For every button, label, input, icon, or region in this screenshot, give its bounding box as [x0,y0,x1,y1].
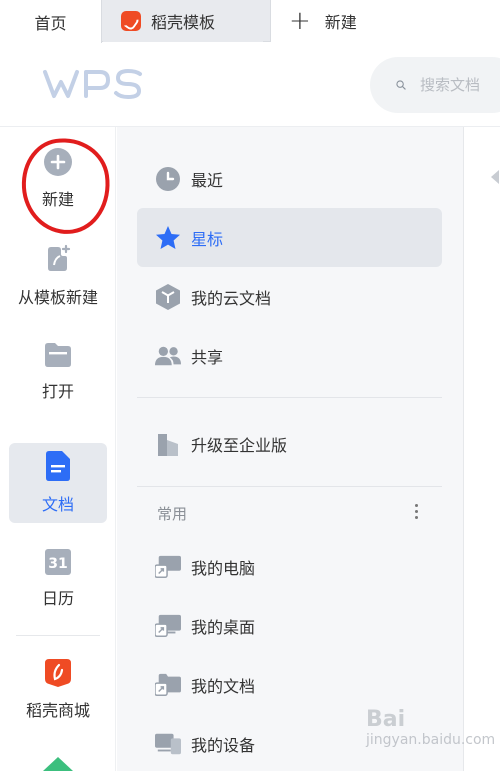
nav-panel: 最近 星标 我的云文档 共享 升级至企业版 常用 我的电脑 我的桌面 我的文档 … [117,127,463,771]
calendar-icon: 31 [45,549,71,575]
common-item-my-computer[interactable]: 我的电脑 [137,537,442,596]
common-item-my-documents[interactable]: 我的文档 [137,655,442,714]
nav-item-shared[interactable]: 共享 [137,326,442,385]
common-item-my-documents-label: 我的文档 [191,676,256,696]
search-icon [396,80,406,90]
nav-item-cloud-docs-label: 我的云文档 [191,288,272,308]
cloud-doc-icon [155,283,181,310]
common-item-my-desktop-label: 我的桌面 [191,617,256,637]
collapse-arrow-icon[interactable] [491,170,499,184]
plus-circle-icon [44,148,72,176]
template-icon [48,244,71,271]
nav-item-cloud-docs[interactable]: 我的云文档 [137,267,442,326]
nav-item-starred[interactable]: 星标 [137,208,442,267]
watermark-logo: Bai [366,707,406,732]
rail-item-daoke-store[interactable]: 稻壳商城 [9,650,107,730]
rail-item-calendar[interactable]: 31 日历 [9,539,107,619]
rail-divider [16,635,100,636]
nav-item-upgrade-enterprise[interactable]: 升级至企业版 [137,414,442,473]
more-dot [414,515,418,519]
rail-item-from-template-label: 从模板新建 [17,288,98,307]
tab-daoke-template[interactable]: 稻壳模板 [103,0,263,42]
clock-icon [155,166,181,192]
search-box[interactable] [370,57,500,113]
more-dot [414,509,418,513]
rail-item-new[interactable]: 新建 [9,139,107,219]
diamond-icon[interactable] [43,757,73,771]
rail-item-open-label: 打开 [41,382,74,401]
folder-icon [45,343,71,367]
left-rail: 新建 从模板新建 打开 文档 31 日历 稻壳商城 [0,127,116,771]
rail-item-calendar-label: 日历 [41,589,74,608]
tab-home[interactable]: 首页 [0,0,102,43]
nav-item-upgrade-enterprise-label: 升级至企业版 [191,435,288,455]
tab-daoke-template-label: 稻壳模板 [151,13,216,32]
watermark: Bai jingyan.baidu.com [366,707,500,748]
people-icon [155,343,181,369]
watermark-url: jingyan.baidu.com [366,732,496,748]
daoke-store-icon [45,659,71,687]
more-dot [414,503,418,507]
main-content [463,127,500,771]
common-item-my-desktop[interactable]: 我的桌面 [137,596,442,655]
wps-logo [42,67,144,105]
rail-item-documents[interactable]: 文档 [9,443,107,523]
star-icon [155,225,181,251]
folder-shortcut-icon [155,672,181,698]
tab-bar: 首页 稻壳模板 + 新建 [0,0,500,43]
more-options-button[interactable] [407,497,425,525]
nav-item-recent[interactable]: 最近 [137,149,442,208]
rail-item-daoke-store-label: 稻壳商城 [25,701,90,720]
nav-item-recent-label: 最近 [191,170,224,190]
section-label-common: 常用 [157,505,188,523]
common-item-my-computer-label: 我的电脑 [191,558,256,578]
rail-item-documents-label: 文档 [41,495,74,514]
panel-divider [137,486,442,487]
plus-icon: + [289,6,311,36]
tab-new[interactable]: + 新建 [270,0,500,42]
panel-divider [137,397,442,398]
computer-shortcut-icon [155,554,181,580]
tab-new-label: 新建 [324,13,357,32]
header [0,43,500,127]
document-icon [46,451,70,481]
svg-text:31: 31 [48,556,67,572]
desktop-shortcut-icon [155,613,181,639]
enterprise-icon [155,431,181,457]
nav-item-starred-label: 星标 [191,229,224,249]
common-item-my-devices-label: 我的设备 [191,735,256,755]
nav-item-shared-label: 共享 [191,347,224,367]
devices-icon [155,731,181,757]
rail-item-new-label: 新建 [41,190,74,209]
search-input[interactable] [420,76,500,94]
rail-item-open[interactable]: 打开 [9,332,107,412]
rail-item-from-template[interactable]: 从模板新建 [9,236,107,316]
daoke-icon [121,11,141,31]
tab-home-label: 首页 [34,13,67,33]
